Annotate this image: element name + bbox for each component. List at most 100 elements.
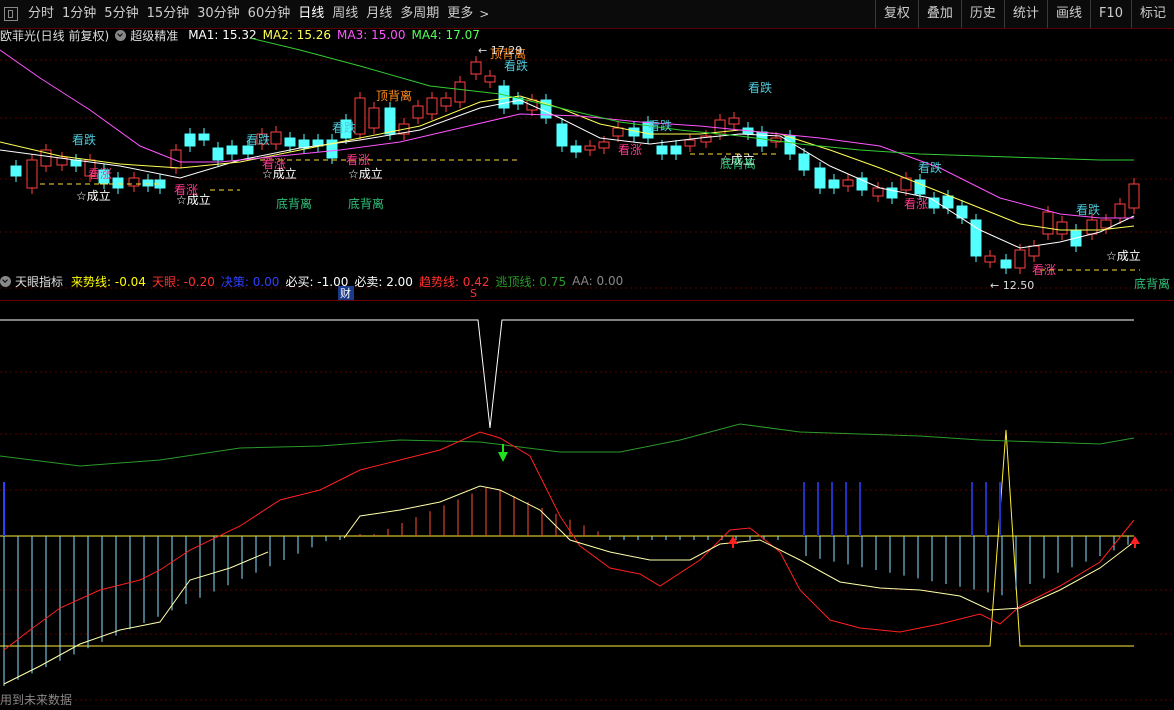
period-15min[interactable]: 15分钟	[143, 0, 194, 28]
escape-label: 逃顶线: 0.75	[495, 274, 567, 289]
f10-button[interactable]: F10	[1089, 0, 1131, 28]
candle-body	[426, 97, 438, 115]
signal-kandie: 看跌	[748, 80, 772, 95]
chevron-right-icon[interactable]: >	[479, 7, 489, 21]
aa-label: AA: 0.00	[572, 274, 624, 288]
period-monthly[interactable]: 月线	[362, 0, 396, 28]
candle-body	[612, 127, 624, 137]
period-fenshi[interactable]: 分时	[24, 0, 58, 28]
tianyan-label: 天眼: -0.20	[151, 274, 215, 289]
candle-body	[384, 107, 396, 135]
candle-body	[814, 167, 826, 189]
signal-kandie: 看跌	[72, 132, 96, 147]
aa-line	[0, 429, 1134, 647]
candle-body	[142, 179, 154, 187]
collapse-icon[interactable]	[0, 275, 11, 287]
candle-body	[1086, 219, 1098, 235]
signal-dibeili: 底背离	[348, 196, 384, 211]
juece-label: 决策: 0.00	[220, 274, 280, 289]
lower-indicator-name[interactable]: 天眼指标	[15, 273, 63, 290]
candle-body	[112, 177, 124, 189]
candle-body	[1100, 219, 1112, 229]
signal-dibeili: 底背离	[276, 196, 312, 211]
price-chart[interactable]: 看跌看涨☆成立 看涨☆成立看跌看涨☆成立看跌看涨☆成立底背离 底背离顶背离顶背离看跌…	[0, 38, 1174, 300]
candle-body	[498, 85, 510, 109]
candle-body	[942, 195, 954, 209]
candle-body	[26, 159, 38, 189]
lower-legend: 天眼指标 来势线: -0.04 天眼: -0.20 决策: 0.00 必买: -…	[0, 272, 629, 290]
draw-line-button[interactable]: 画线	[1046, 0, 1090, 28]
candle-body	[656, 145, 668, 155]
candle-body	[10, 165, 22, 177]
signal-chengli: ☆成立	[348, 166, 383, 181]
candle-body	[872, 187, 884, 197]
bimai-sell-line	[0, 319, 1134, 429]
period-30min[interactable]: 30分钟	[193, 0, 244, 28]
candle-body	[440, 97, 452, 107]
signal-kanzhang: 看涨	[618, 142, 642, 157]
history-button[interactable]: 历史	[960, 0, 1004, 28]
overlay-button[interactable]: 叠加	[917, 0, 961, 28]
signal-dingbeili: 顶背离	[376, 88, 412, 103]
candle-body	[828, 179, 840, 189]
panel-toggle-icon[interactable]	[4, 7, 18, 21]
period-toolbar: 分时 1分钟 5分钟 15分钟 30分钟 60分钟 日线 周线 月线 多周期 更…	[0, 0, 1174, 29]
candle-body	[1128, 183, 1140, 209]
signal-kandie: 看跌	[246, 132, 270, 147]
laishi-label: 来势线: -0.04	[71, 274, 146, 289]
candle-body	[1042, 211, 1054, 235]
signal-chengli: ☆成立	[1106, 248, 1141, 263]
candle-body	[470, 61, 482, 75]
signal-kanzhang: 看涨	[88, 166, 112, 181]
candle-body	[670, 145, 682, 155]
signal-chengli: ☆成立	[262, 166, 297, 181]
candle-body	[984, 255, 996, 263]
candle-body	[1114, 203, 1126, 219]
period-multi[interactable]: 多周期	[396, 0, 443, 28]
candle-body	[556, 123, 568, 147]
signal-dibeili: 底背离	[720, 156, 756, 171]
candle-body	[1056, 221, 1068, 235]
tianyan-indicator-chart[interactable]: 用到未来数据	[0, 290, 1174, 708]
fuquan-button[interactable]: 复权	[874, 0, 918, 28]
candle-body	[198, 133, 210, 141]
period-5min[interactable]: 5分钟	[100, 0, 142, 28]
period-60min[interactable]: 60分钟	[244, 0, 295, 28]
candle-body	[598, 141, 610, 149]
candle-body	[584, 145, 596, 151]
signal-chengli: ☆成立	[176, 192, 211, 207]
candle-body	[128, 177, 140, 187]
signal-kanzhang: 看涨	[1032, 262, 1056, 277]
toolbar-right: 复权 叠加 历史 统计 画线 F10 标记	[874, 0, 1174, 28]
signal-kandie: 看跌	[1076, 202, 1100, 217]
signal-chengli: ☆成立	[76, 188, 111, 203]
candle-body	[412, 105, 424, 119]
candle-body	[226, 145, 238, 155]
period-daily[interactable]: 日线	[294, 0, 328, 28]
candle-body	[570, 145, 582, 153]
candle-body	[184, 133, 196, 147]
candle-body	[368, 107, 380, 129]
candle-body	[842, 179, 854, 187]
signal-kandie: 看跌	[918, 160, 942, 175]
candle-body	[728, 117, 740, 125]
trend-label: 趋势线: 0.42	[418, 274, 490, 289]
bimai-label: 必买: -1.00	[285, 274, 349, 289]
escape-line	[0, 423, 1135, 467]
candle-body	[354, 97, 366, 135]
period-nav: 分时 1分钟 5分钟 15分钟 30分钟 60分钟 日线 周线 月线 多周期 更…	[0, 0, 489, 28]
period-more[interactable]: 更多	[443, 0, 477, 28]
candle-body	[454, 81, 466, 103]
stats-button[interactable]: 统计	[1003, 0, 1047, 28]
candle-body	[798, 153, 810, 171]
signal-dibeili: 底背离	[1134, 276, 1170, 291]
candle-body	[242, 145, 254, 155]
period-weekly[interactable]: 周线	[328, 0, 362, 28]
ma1-line	[0, 99, 1135, 249]
candle-body	[1000, 259, 1012, 269]
signal-kandie: 看跌	[648, 118, 672, 133]
mark-button[interactable]: 标记	[1130, 0, 1174, 28]
period-1min[interactable]: 1分钟	[58, 0, 100, 28]
candle-body	[284, 137, 296, 147]
bimai-sell-label: 必卖: 2.00	[354, 274, 413, 289]
